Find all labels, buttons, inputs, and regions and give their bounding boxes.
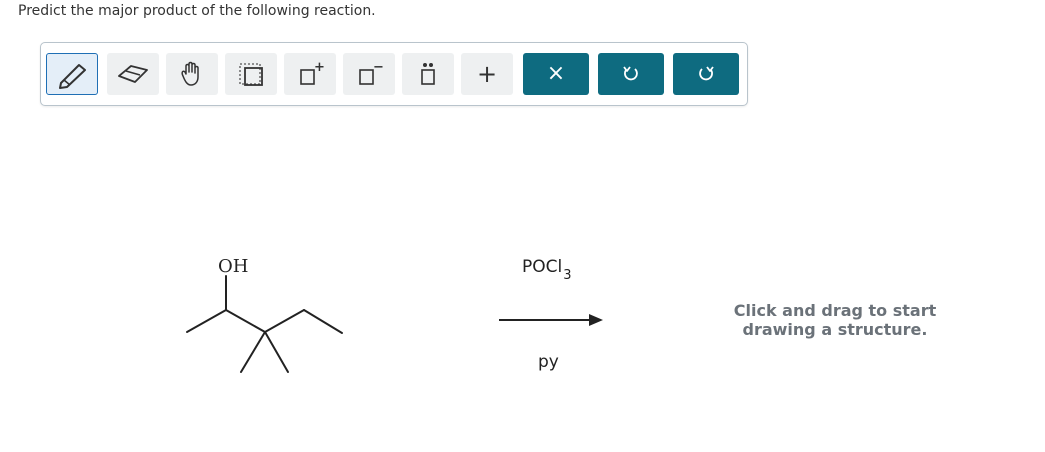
clear-button[interactable]: × — [523, 53, 589, 95]
lone-pair-icon — [421, 63, 435, 85]
positive-charge-icon: + — [300, 60, 325, 85]
reagent-below: py — [538, 352, 559, 372]
selection-box-icon — [239, 63, 263, 86]
eraser-tool-button[interactable] — [107, 53, 159, 95]
reagent-formula: POCl — [522, 257, 563, 277]
undo-button[interactable] — [598, 53, 664, 95]
hand-icon — [181, 61, 199, 86]
pan-hand-tool-button[interactable] — [166, 53, 218, 95]
plus-icon: + — [476, 60, 498, 88]
negative-charge-icon: − — [359, 60, 384, 85]
pencil-icon — [59, 64, 86, 89]
select-box-tool-button[interactable] — [225, 53, 277, 95]
add-tool-button[interactable]: + — [461, 53, 513, 95]
pencil-tool-button[interactable] — [46, 53, 98, 95]
lone-pair-tool-button[interactable] — [402, 53, 454, 95]
reagent-subscript: 3 — [563, 268, 572, 283]
canvas-hint-line1: Click and drag to start — [733, 301, 937, 320]
negative-charge-tool-button[interactable]: − — [343, 53, 395, 95]
plus-superscript: + — [314, 60, 325, 75]
redo-button[interactable] — [673, 53, 739, 95]
reaction-arrow — [499, 314, 603, 326]
eraser-icon — [118, 65, 148, 83]
canvas-hint-line2: drawing a structure. — [742, 320, 928, 339]
positive-charge-tool-button[interactable]: + — [284, 53, 336, 95]
redo-icon — [699, 66, 714, 81]
canvas-hint[interactable]: Click and drag to start drawing a struct… — [730, 301, 940, 339]
hydroxyl-label: OH — [218, 256, 249, 277]
drawing-toolbar: + − + × — [40, 42, 748, 106]
undo-icon — [623, 66, 638, 81]
minus-superscript: − — [373, 60, 384, 75]
close-icon: × — [546, 61, 566, 86]
question-text: Predict the major product of the followi… — [18, 3, 376, 19]
reagent-above: POCl3 — [522, 257, 572, 283]
